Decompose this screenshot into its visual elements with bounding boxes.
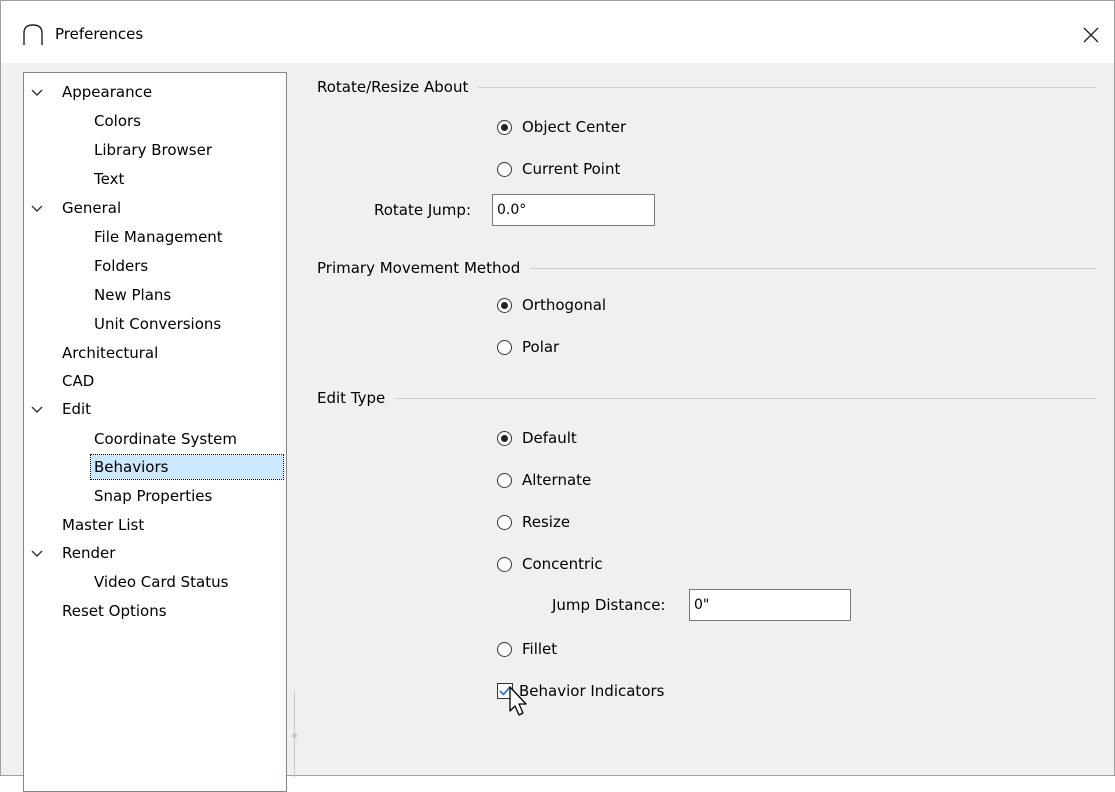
preferences-tree[interactable]: Appearance Colors Library Browser Text G… [23, 72, 287, 792]
title-bar: Preferences [1, 1, 1114, 63]
group-edit-type: Edit Type [317, 387, 1096, 409]
radio-circle[interactable] [497, 641, 512, 657]
radio-concentric[interactable]: Concentric [497, 552, 603, 576]
chevron-down-icon[interactable] [30, 403, 44, 417]
chevron-down-icon[interactable] [30, 547, 44, 561]
radio-resize[interactable]: Resize [497, 510, 570, 534]
group-divider [317, 398, 1096, 399]
radio-orthogonal[interactable]: Orthogonal [497, 293, 606, 317]
close-icon [1083, 27, 1099, 43]
radio-label: Current Point [522, 160, 621, 178]
radio-polar[interactable]: Polar [497, 335, 559, 359]
radio-circle[interactable] [497, 297, 512, 313]
panel-splitter[interactable] [292, 691, 297, 777]
preferences-dialog: Preferences Appearance Colors Library Br… [0, 0, 1115, 792]
group-title: Rotate/Resize About [317, 76, 479, 98]
radio-label: Object Center [522, 118, 627, 136]
radio-circle[interactable] [497, 514, 512, 530]
radio-circle[interactable] [497, 119, 512, 135]
radio-label: Orthogonal [522, 296, 607, 314]
radio-default[interactable]: Default [497, 426, 577, 450]
radio-label: Polar [522, 338, 560, 356]
radio-current-point[interactable]: Current Point [497, 157, 620, 181]
radio-alternate[interactable]: Alternate [497, 468, 591, 492]
radio-circle[interactable] [497, 161, 512, 177]
splitter-grip[interactable] [292, 733, 297, 738]
radio-circle[interactable] [497, 472, 512, 488]
radio-circle[interactable] [497, 430, 512, 446]
radio-label: Concentric [522, 555, 603, 573]
radio-object-center[interactable]: Object Center [497, 115, 626, 139]
arch-icon [23, 24, 43, 45]
rotate-jump-label: Rotate Jump: [374, 201, 471, 219]
radio-label: Alternate [522, 471, 592, 489]
rotate-jump-input[interactable]: 0.0° [492, 194, 655, 226]
radio-circle[interactable] [497, 556, 512, 572]
group-rotate-resize: Rotate/Resize About [317, 76, 1096, 98]
group-primary-movement: Primary Movement Method [317, 257, 1096, 279]
jump-distance-input[interactable]: 0" [689, 589, 851, 621]
mouse-pointer-icon [509, 686, 527, 716]
window-title: Preferences [55, 25, 144, 43]
chevron-down-icon[interactable] [30, 202, 44, 216]
group-title: Primary Movement Method [317, 257, 531, 279]
close-button[interactable] [1068, 15, 1114, 55]
radio-circle[interactable] [497, 339, 512, 355]
radio-fillet[interactable]: Fillet [497, 637, 557, 661]
radio-label: Default [522, 429, 577, 447]
group-title: Edit Type [317, 387, 396, 409]
chevron-down-icon[interactable] [30, 86, 44, 100]
jump-distance-label: Jump Distance: [552, 596, 666, 614]
radio-label: Resize [522, 513, 571, 531]
checkbox-label: Behavior Indicators [519, 682, 665, 700]
radio-label: Fillet [522, 640, 558, 658]
